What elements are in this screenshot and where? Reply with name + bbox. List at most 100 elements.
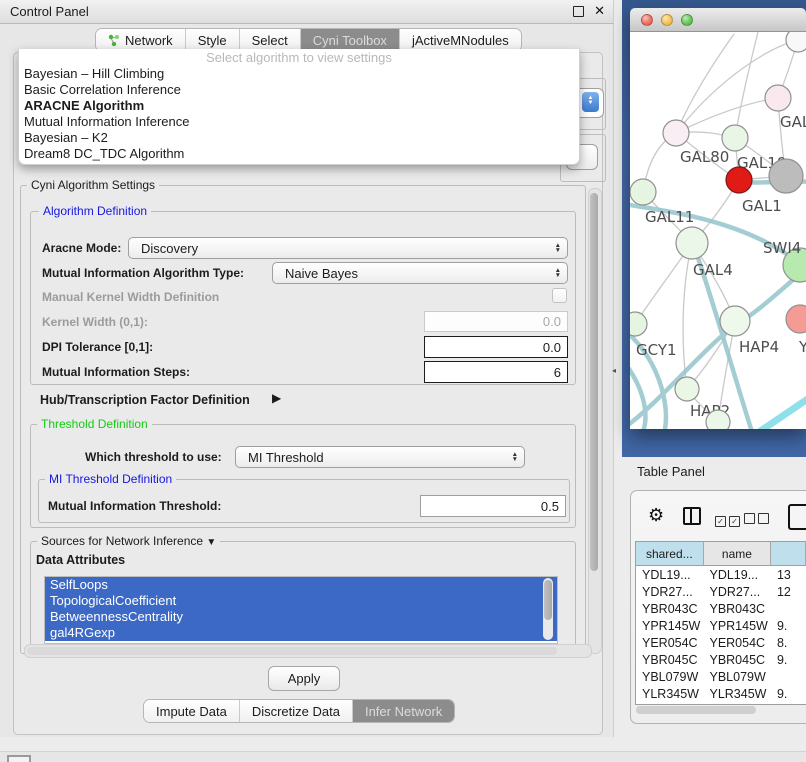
node-table[interactable]: shared...name YDL19...YDL19...13YDR27...… — [635, 541, 806, 705]
network-node-hap2[interactable] — [675, 377, 699, 401]
table-cell: 9. — [771, 687, 806, 701]
algorithm-definition-title: Algorithm Definition — [39, 204, 151, 218]
sources-title-wrap[interactable]: Sources for Network Inference ▼ — [37, 534, 220, 548]
mi-threshold-field[interactable]: 0.5 — [420, 495, 566, 517]
network-node-y[interactable] — [786, 305, 806, 333]
network-node-gal1[interactable] — [726, 167, 752, 193]
attribute-item-topologicalcoefficient[interactable]: TopologicalCoefficient — [45, 593, 557, 609]
network-node[interactable] — [769, 159, 803, 193]
combo-arrows-icon: ▲▼ — [512, 452, 518, 462]
aracne-mode-combo[interactable]: Discovery ▲▼ — [128, 237, 568, 259]
attribute-item-selfloops[interactable]: SelfLoops — [45, 577, 557, 593]
attribute-item-betweennesscentrality[interactable]: BetweennessCentrality — [45, 609, 557, 625]
tab-network[interactable]: Network — [96, 29, 185, 51]
select-all-checks-icon[interactable]: ✓✓ — [715, 511, 743, 529]
tab-impute-data[interactable]: Impute Data — [144, 700, 239, 722]
tab-style[interactable]: Style — [185, 29, 239, 51]
table-row[interactable]: YBL079WYBL079W — [636, 668, 806, 685]
network-edge-cyan — [756, 396, 806, 429]
table-cell: YPR145W — [703, 619, 770, 633]
column-header-partial[interactable] — [771, 542, 806, 565]
columns-icon[interactable] — [683, 507, 701, 525]
algorithm-dropdown-popup: Select algorithm to view settings Bayesi… — [18, 49, 580, 165]
network-canvas[interactable]: GALGAL80GAL10GAL1GAL11GAL4SWI4GCY1HAP4YH… — [630, 32, 806, 429]
gear-icon[interactable]: ⚙ — [648, 505, 664, 526]
algorithm-option-bayesian-k2[interactable]: Bayesian – K2 — [19, 130, 579, 146]
data-attributes-label: Data Attributes — [36, 553, 125, 567]
attributes-list-scrollbar[interactable] — [543, 578, 553, 640]
network-node-gal10[interactable] — [722, 125, 748, 151]
panel-resize-handle[interactable]: ◂ — [612, 366, 616, 375]
float-window-icon[interactable] — [573, 6, 584, 17]
table-row[interactable]: YDR27...YDR27...12 — [636, 583, 806, 600]
deselect-all-checks-icon[interactable] — [744, 511, 772, 529]
hub-definition-label[interactable]: Hub/Transcription Factor Definition — [40, 393, 250, 407]
table-row[interactable]: YBR043CYBR043C — [636, 600, 806, 617]
algorithm-option-bayesian-hill-climbing[interactable]: Bayesian – Hill Climbing — [19, 66, 579, 82]
table-row[interactable]: YER054CYER054C8. — [636, 634, 806, 651]
close-traffic-icon[interactable] — [641, 14, 653, 26]
network-node-gcy1[interactable] — [630, 312, 647, 336]
minimized-panel-icon[interactable] — [7, 755, 31, 762]
algorithm-option-aracne-algorithm[interactable]: ARACNE Algorithm — [19, 98, 579, 114]
table-cell: YBR043C — [703, 602, 770, 616]
network-graph: GALGAL80GAL10GAL1GAL11GAL4SWI4GCY1HAP4YH… — [630, 32, 806, 429]
network-window-titlebar[interactable] — [630, 8, 806, 32]
tab-discretize-data[interactable]: Discretize Data — [239, 700, 352, 722]
tab-label: Network — [125, 33, 173, 48]
table-cell: YER054C — [703, 636, 770, 650]
network-node-gal4[interactable] — [676, 227, 708, 259]
close-icon[interactable]: ✕ — [594, 3, 605, 19]
table-row[interactable]: YBR045CYBR045C9. — [636, 651, 806, 668]
new-table-icon[interactable] — [788, 504, 806, 530]
mi-steps-field[interactable]: 6 — [424, 361, 568, 383]
which-threshold-combo[interactable]: MI Threshold ▲▼ — [235, 446, 525, 468]
threshold-definition-title: Threshold Definition — [37, 417, 152, 431]
dpi-tolerance-value: 0.0 — [543, 340, 561, 355]
network-node[interactable] — [706, 410, 730, 429]
network-node-label: GCY1 — [636, 341, 677, 359]
algorithm-option-basic-correlation-inference[interactable]: Basic Correlation Inference — [19, 82, 579, 98]
mi-type-label: Mutual Information Algorithm Type: — [42, 266, 244, 280]
attribute-item-gal4rgexp[interactable]: gal4RGexp — [45, 625, 557, 641]
manual-kernel-checkbox[interactable] — [552, 288, 567, 303]
table-cell: YLR345W — [636, 687, 703, 701]
network-node-gal[interactable] — [765, 85, 791, 111]
network-view-window[interactable]: GALGAL80GAL10GAL1GAL11GAL4SWI4GCY1HAP4YH… — [630, 8, 806, 429]
table-cell: YDL19... — [703, 568, 770, 582]
control-panel-titlebar[interactable]: Control Panel ✕ — [0, 0, 613, 24]
zoom-traffic-icon[interactable] — [681, 14, 693, 26]
apply-button[interactable]: Apply — [268, 666, 340, 691]
table-row[interactable]: YDL19...YDL19...13 — [636, 566, 806, 583]
tab-jactivemnodules[interactable]: jActiveMNodules — [399, 29, 521, 51]
table-row[interactable]: YPR145WYPR145W9. — [636, 617, 806, 634]
mi-type-combo[interactable]: Naive Bayes ▲▼ — [272, 262, 568, 284]
column-header-name[interactable]: name — [704, 542, 772, 565]
mi-steps-value: 6 — [554, 365, 561, 380]
settings-scrollbar[interactable] — [588, 188, 602, 654]
table-hscrollbar[interactable] — [635, 705, 806, 715]
algorithm-option-dream8-dc-tdc-algorithm[interactable]: Dream8 DC_TDC Algorithm — [19, 146, 579, 162]
data-attributes-list[interactable]: SelfLoopsTopologicalCoefficientBetweenne… — [44, 576, 558, 644]
network-node-gal80[interactable] — [663, 120, 689, 146]
algorithm-option-mutual-information-inference[interactable]: Mutual Information Inference — [19, 114, 579, 130]
tab-infer-network[interactable]: Infer Network — [352, 700, 454, 722]
table-row[interactable]: YLR345WYLR345W9. — [636, 685, 806, 702]
combo-arrows-icon: ▲▼ — [555, 243, 561, 253]
network-node-hap4[interactable] — [720, 306, 750, 336]
table-cell: YBL079W — [703, 670, 770, 684]
tab-select[interactable]: Select — [239, 29, 300, 51]
tab-label: jActiveMNodules — [412, 33, 509, 48]
settings-hscrollbar[interactable] — [24, 644, 592, 658]
network-node[interactable] — [786, 32, 806, 52]
minimize-traffic-icon[interactable] — [661, 14, 673, 26]
table-cell: YBR043C — [636, 602, 703, 616]
column-header-shared[interactable]: shared... — [636, 542, 704, 565]
network-node-gal11[interactable] — [630, 179, 656, 205]
kernel-width-field[interactable]: 0.0 — [424, 311, 568, 332]
network-node-label: GAL11 — [645, 208, 694, 226]
tab-label: Infer Network — [365, 704, 442, 719]
expand-right-icon[interactable]: ▶ — [272, 391, 281, 405]
tab-cyni-toolbox[interactable]: Cyni Toolbox — [300, 29, 399, 51]
dpi-tolerance-field[interactable]: 0.0 — [424, 336, 568, 358]
